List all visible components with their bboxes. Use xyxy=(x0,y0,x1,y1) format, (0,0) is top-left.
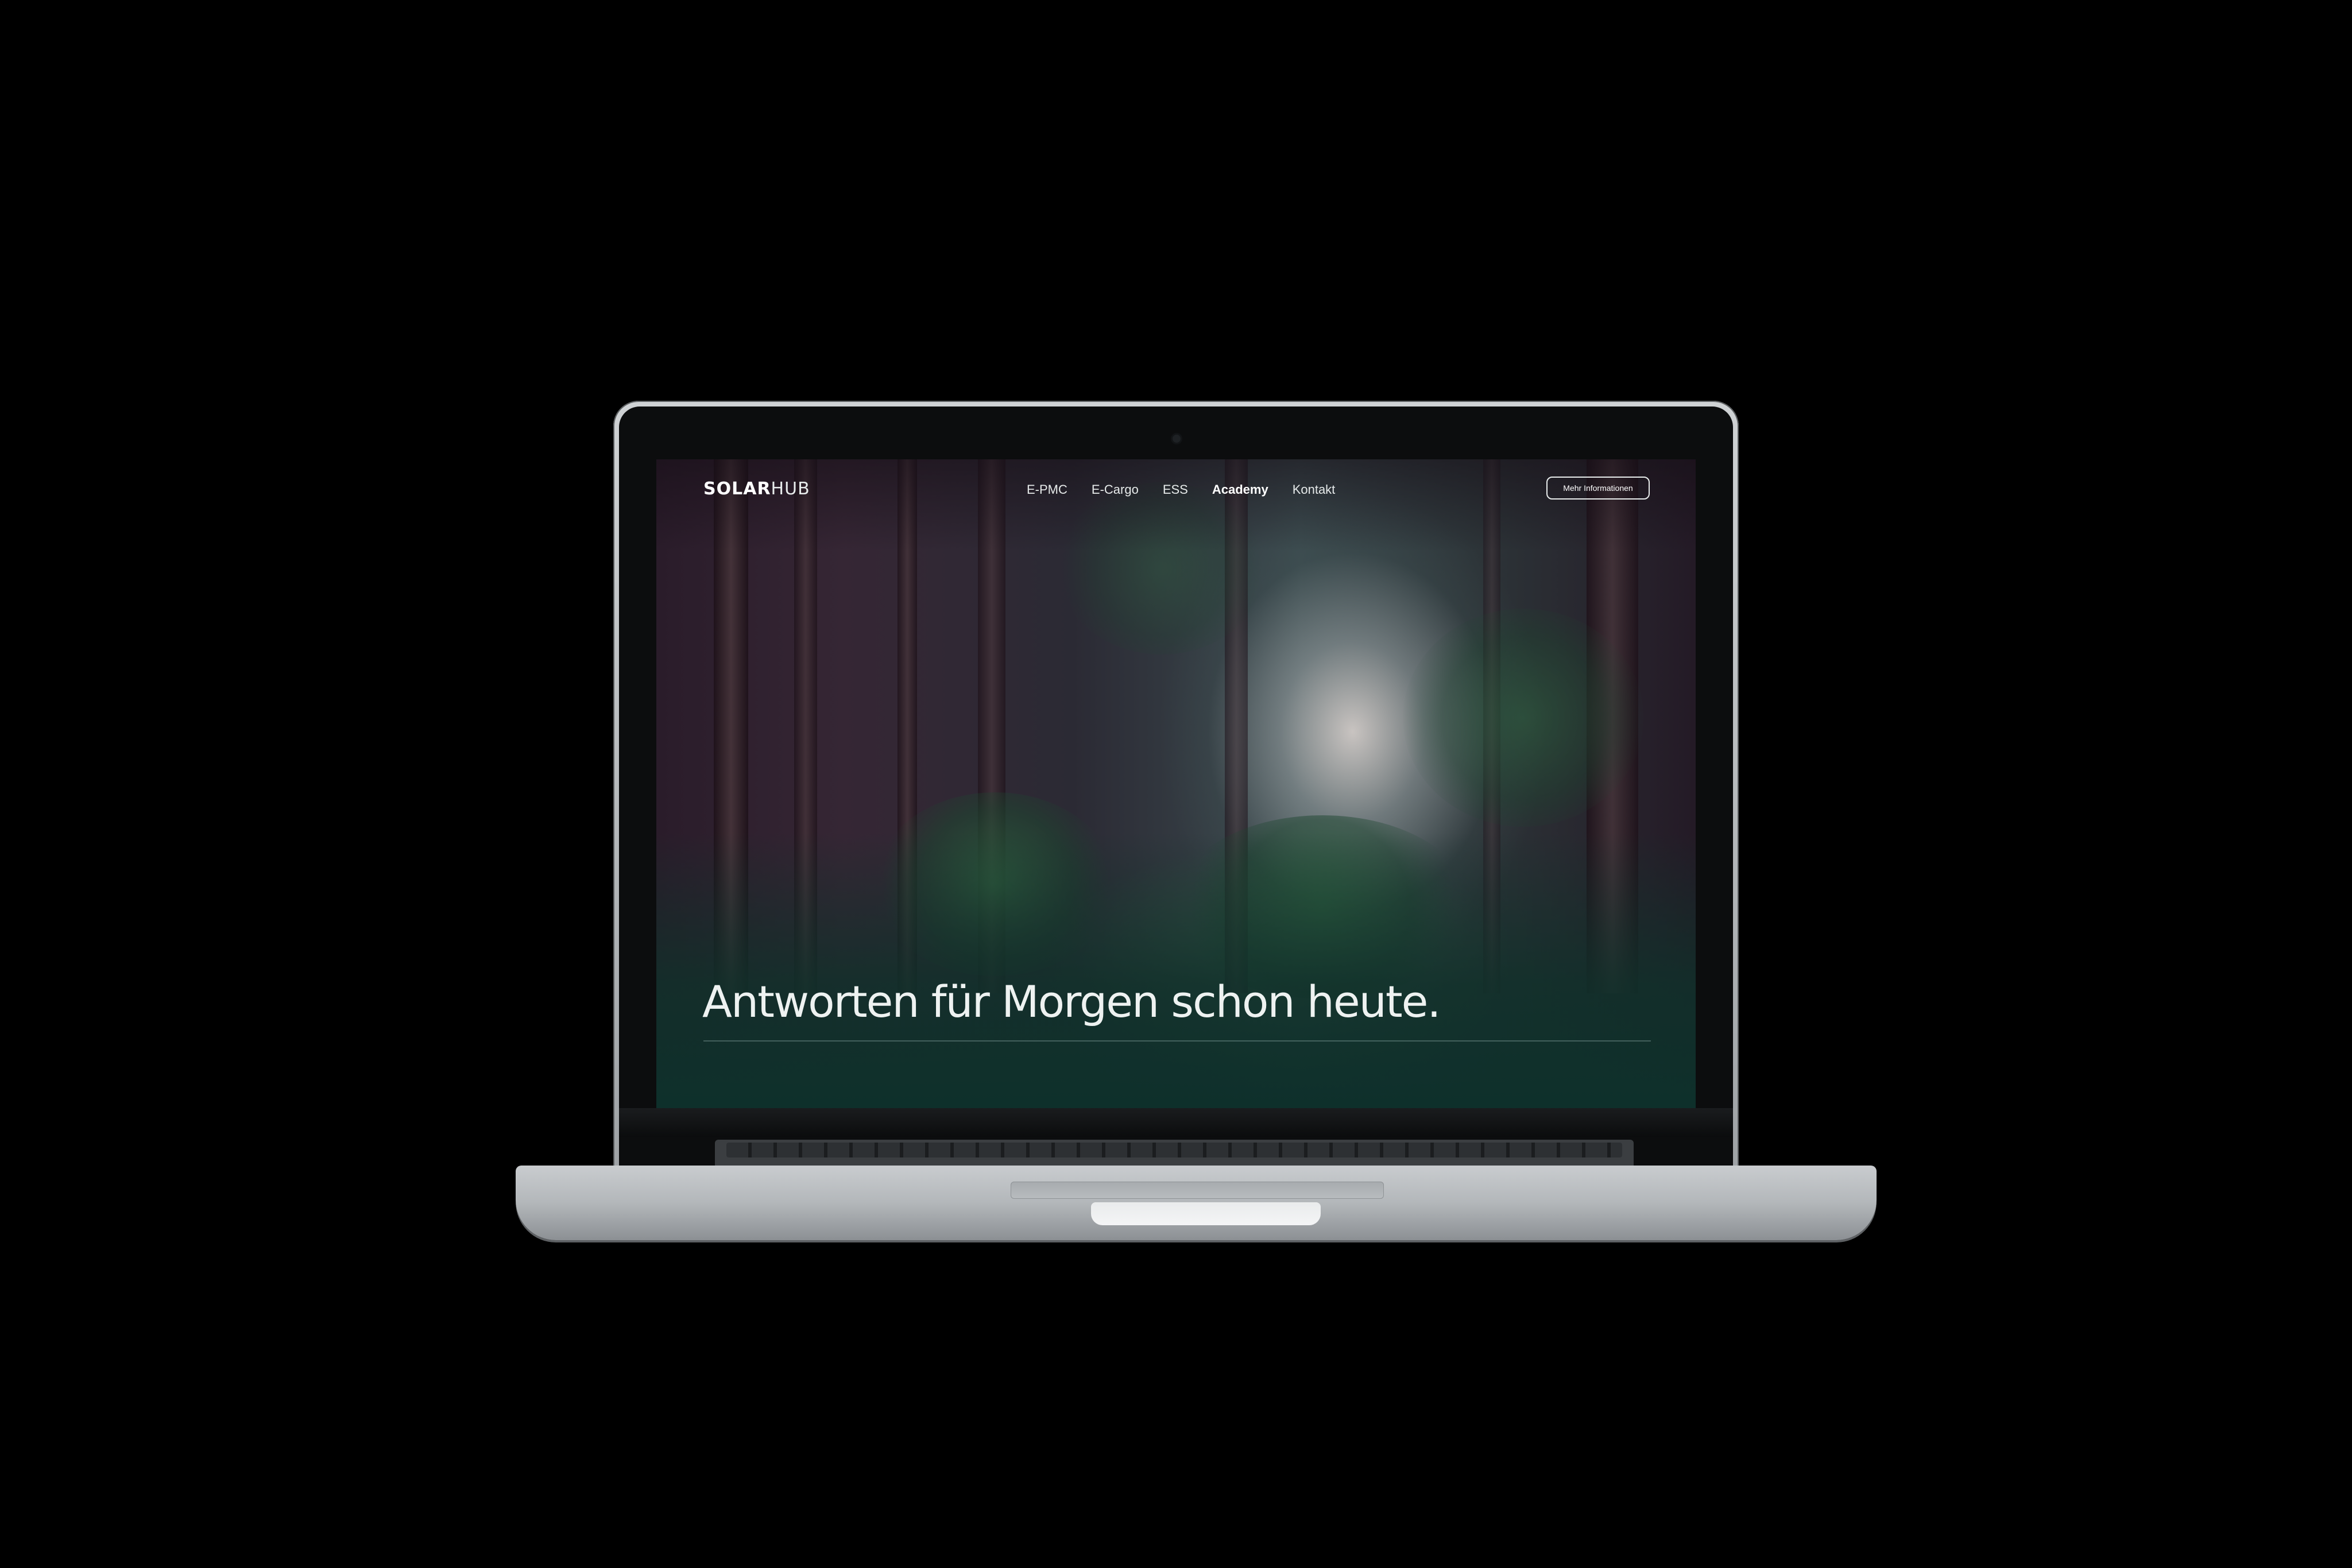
hero-divider xyxy=(703,1040,1651,1042)
nav-item-academy[interactable]: Academy xyxy=(1212,482,1268,497)
webcam-icon xyxy=(1173,435,1181,443)
site-header: SOLARHUB E-PMC E-Cargo ESS Academy Konta… xyxy=(656,459,1696,522)
nav-item-e-pmc[interactable]: E-PMC xyxy=(1027,482,1067,497)
laptop-screen: SOLARHUB E-PMC E-Cargo ESS Academy Konta… xyxy=(656,459,1696,1108)
foliage xyxy=(1403,609,1644,827)
mockup-stage: SOLARHUB E-PMC E-Cargo ESS Academy Konta… xyxy=(0,0,2352,1568)
main-nav: E-PMC E-Cargo ESS Academy Kontakt xyxy=(1027,482,1359,497)
more-info-button[interactable]: Mehr Informationen xyxy=(1546,477,1650,500)
site-logo[interactable]: SOLARHUB xyxy=(703,479,810,499)
lid-opening-notch xyxy=(1091,1202,1321,1225)
nav-item-kontakt[interactable]: Kontakt xyxy=(1293,482,1336,497)
nav-item-e-cargo[interactable]: E-Cargo xyxy=(1092,482,1139,497)
keyboard-keys xyxy=(726,1143,1622,1157)
logo-bold-text: SOLAR xyxy=(703,479,771,499)
trackpad xyxy=(1011,1182,1384,1199)
hero-title: Antworten für Morgen schon heute. xyxy=(702,976,1441,1027)
nav-item-ess[interactable]: ESS xyxy=(1163,482,1188,497)
logo-light-text: HUB xyxy=(771,479,810,499)
laptop-hinge xyxy=(619,1108,1733,1137)
hero-gradient xyxy=(656,833,1696,1108)
